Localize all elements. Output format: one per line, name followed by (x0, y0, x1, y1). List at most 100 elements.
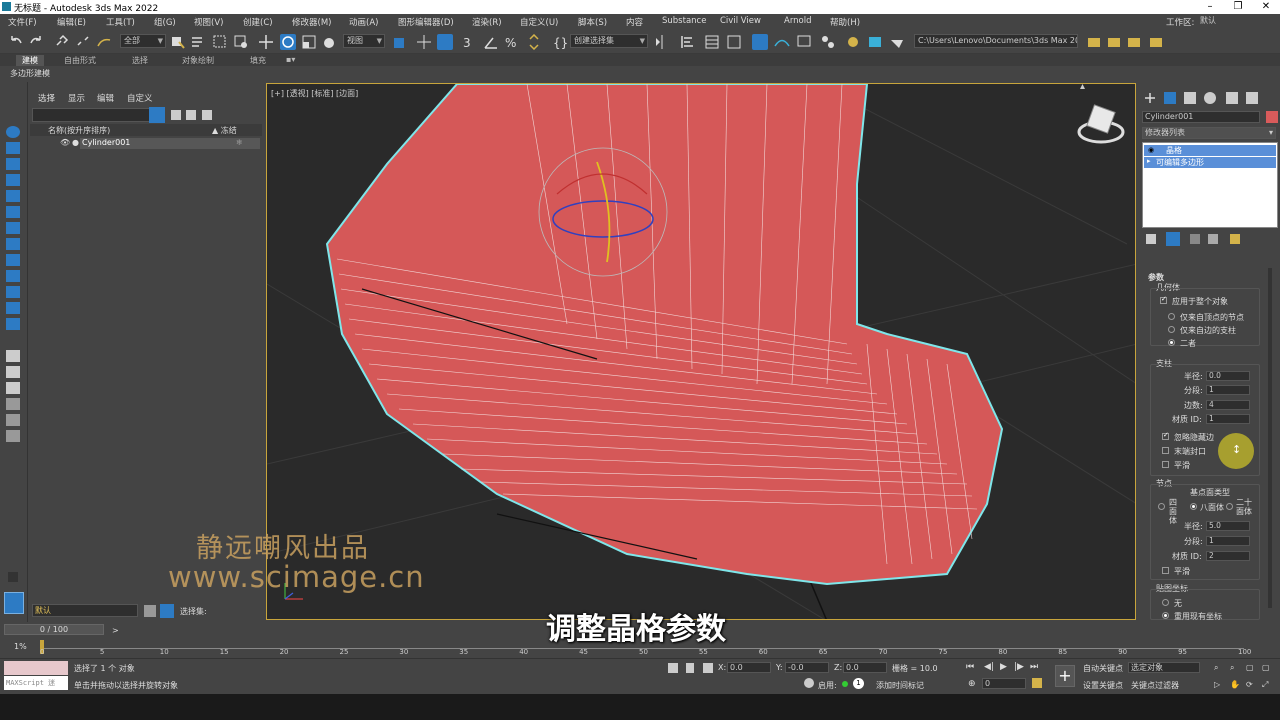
eye-icon[interactable]: ◉ (1148, 146, 1154, 154)
ribbon-options-icon[interactable]: ▪▾ (286, 55, 295, 64)
lock-selection-icon[interactable] (686, 663, 694, 673)
stack-item-editable-poly[interactable]: 可编辑多边形 (1144, 157, 1276, 168)
menu-modifiers[interactable]: 修改器(M) (292, 16, 331, 28)
freeze-icon[interactable]: ❄ (236, 138, 243, 147)
schematic-view-icon[interactable] (796, 34, 812, 50)
select-manipulate-icon[interactable] (416, 34, 432, 50)
close-button[interactable]: ✕ (1252, 0, 1280, 14)
adaptive-degradation-icon[interactable] (804, 678, 814, 688)
ribbon-tab-selection[interactable]: 选择 (132, 55, 148, 66)
menu-tools[interactable]: 工具(T) (106, 16, 135, 28)
pan-icon[interactable]: ✋ (1230, 680, 1240, 689)
radio-mapping-reuse[interactable] (1162, 612, 1169, 619)
pin-stack-icon[interactable] (1146, 234, 1156, 244)
remove-modifier-icon[interactable] (1208, 234, 1218, 244)
display-helpers-icon[interactable] (6, 206, 20, 218)
absolute-mode-icon[interactable] (703, 663, 713, 673)
scene-explorer-icon[interactable] (704, 34, 720, 50)
menu-file[interactable]: 文件(F) (8, 16, 37, 28)
stack-item-lattice[interactable]: 晶格 (1144, 145, 1276, 156)
modify-tab-icon[interactable] (1164, 92, 1176, 104)
configure-modifier-icon[interactable] (1230, 234, 1240, 244)
go-to-start-icon[interactable]: ⏮ (966, 662, 974, 672)
x-coord-field[interactable]: 0.0 (727, 662, 771, 673)
menu-animation[interactable]: 动画(A) (349, 16, 378, 28)
project-path-field[interactable]: C:\Users\Lenovo\Documents\3ds Max 2022 (914, 34, 1078, 48)
go-to-end-icon[interactable]: ⏭ (1030, 662, 1038, 672)
zoom-icon[interactable]: ⌕ (1214, 663, 1218, 673)
radio-edges-only[interactable] (1168, 326, 1175, 333)
spinner-snap-icon[interactable] (526, 34, 542, 50)
menu-edit[interactable]: 编辑(E) (57, 16, 86, 28)
material-editor-icon[interactable] (820, 34, 836, 50)
menu-graph-editors[interactable]: 图形编辑器(D) (398, 16, 454, 28)
menu-create[interactable]: 创建(C) (243, 16, 273, 28)
add-time-tag[interactable]: 添加时间标记 (876, 680, 924, 691)
rendered-frame-icon[interactable] (867, 34, 883, 50)
select-object-icon[interactable] (170, 34, 186, 50)
next-frame-arrow-icon[interactable]: > (112, 626, 119, 635)
render-setup-icon[interactable] (845, 34, 861, 50)
radio-mapping-none[interactable] (1162, 599, 1169, 606)
menu-substance[interactable]: Substance (662, 16, 706, 26)
display-geometry-icon[interactable] (6, 142, 20, 154)
column-name[interactable]: 名称(按升序排序) (48, 125, 110, 136)
joint-matid-spinner[interactable]: 2 (1206, 551, 1250, 561)
next-frame-icon[interactable]: |▶ (1014, 662, 1024, 672)
previous-frame-icon[interactable]: ◀| (984, 662, 994, 672)
menu-views[interactable]: 视图(V) (194, 16, 223, 28)
layer-explorer-icon[interactable] (726, 34, 742, 50)
zoom-extents-all-icon[interactable]: ▢ (1262, 663, 1270, 672)
z-coord-field[interactable]: 0.0 (843, 662, 887, 673)
ribbon-tab-freeform[interactable]: 自由形式 (64, 55, 96, 66)
isolate-icon[interactable] (668, 663, 678, 673)
layer-dropdown[interactable]: 默认 (32, 604, 138, 617)
explorer-menu-edit[interactable]: 编辑 (97, 92, 114, 104)
strut-sides-spinner[interactable]: 4 (1206, 400, 1250, 410)
bind-space-warp-icon[interactable] (96, 34, 112, 50)
lock-icon[interactable] (171, 110, 181, 120)
column-frozen[interactable]: ▲ 冻结 (212, 125, 237, 136)
display-tab-icon[interactable] (1226, 92, 1238, 104)
object-color-swatch[interactable] (1266, 111, 1278, 123)
viewport-canvas[interactable] (267, 84, 1136, 620)
scale-icon[interactable] (301, 34, 317, 50)
time-config-icon[interactable] (1032, 678, 1042, 688)
current-frame-field[interactable]: 0 (982, 678, 1026, 689)
set-key-mode-button[interactable]: 设置关键点 (1083, 680, 1123, 691)
menu-help[interactable]: 帮助(H) (830, 16, 860, 28)
display-containers-icon[interactable] (6, 286, 20, 298)
expand-icon[interactable] (6, 382, 20, 394)
apply-all-checkbox[interactable] (1160, 295, 1167, 304)
edit-named-selection-icon[interactable]: {} (552, 34, 568, 50)
explorer-search-input[interactable] (32, 108, 160, 122)
display-bones-icon[interactable] (6, 270, 20, 282)
table-row[interactable]: 👁 ● Cylinder001 ❄ (30, 138, 262, 149)
end-caps-checkbox[interactable] (1162, 447, 1169, 454)
display-hidden-icon[interactable] (6, 318, 20, 330)
display-groups-icon[interactable] (6, 238, 20, 250)
unlink-icon[interactable] (75, 34, 91, 50)
ribbon-sub-label[interactable]: 多边形建模 (10, 68, 50, 79)
expand-panel-icon[interactable] (8, 572, 18, 582)
maxscript-input[interactable]: MAXScript 迷 (4, 676, 68, 690)
maximize-viewport-icon[interactable]: ⤢ (1262, 680, 1268, 690)
keyboard-shortcut-toggle[interactable] (437, 34, 453, 50)
pivot-center-icon[interactable] (392, 34, 408, 50)
expand-arrow-icon[interactable]: ▸ (1147, 157, 1151, 165)
zoom-extents-icon[interactable]: ▢ (1246, 663, 1254, 672)
joint-radius-spinner[interactable]: 5.0 (1206, 521, 1250, 531)
sync-icon[interactable] (6, 430, 20, 442)
maximize-button[interactable]: ❐ (1224, 0, 1252, 14)
display-space-warps-icon[interactable] (6, 222, 20, 234)
explorer-menu-display[interactable]: 显示 (68, 92, 85, 104)
ribbon-tab-populate[interactable]: 填充 (250, 55, 266, 66)
open-folder-icon[interactable] (1106, 34, 1122, 50)
joint-segments-spinner[interactable]: 1 (1206, 536, 1250, 546)
workspace-dropdown[interactable]: 默认 (1197, 15, 1277, 29)
hierarchy-icon[interactable] (6, 366, 20, 378)
menu-civil-view[interactable]: Civil View (720, 16, 761, 26)
radio-tetra[interactable] (1158, 503, 1165, 510)
strut-smooth-checkbox[interactable] (1162, 461, 1169, 468)
time-slider[interactable]: 0 / 100 (4, 624, 104, 635)
